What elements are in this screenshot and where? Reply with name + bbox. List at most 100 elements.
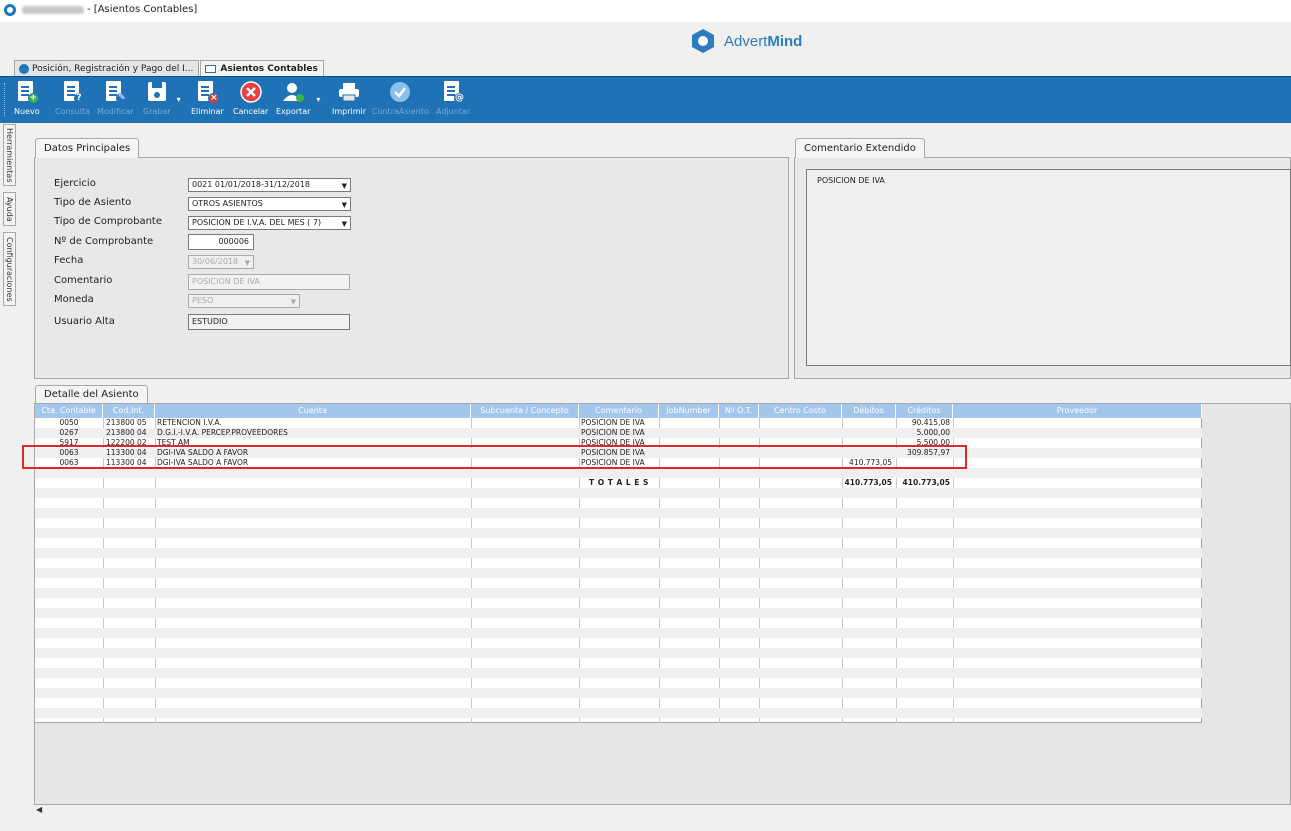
table-row[interactable] (35, 468, 1202, 478)
column-header[interactable]: Nº O.T. (719, 404, 759, 418)
column-header[interactable]: Cod.Int. (103, 404, 155, 418)
table-row[interactable]: 0063 113300 04 DGI-IVA SALDO A FAVOR POSICI… (35, 458, 1202, 468)
comentario-extendido-textarea[interactable]: POSICION DE IVA (806, 169, 1291, 366)
table-row[interactable] (35, 628, 1202, 638)
table-cell[interactable]: 309.857,97 (896, 448, 953, 458)
table-cell[interactable]: 0267 (35, 428, 103, 438)
modificar-button[interactable]: ✎ Modificar (97, 81, 134, 121)
table-cell[interactable]: 0063 (35, 458, 103, 468)
column-header[interactable]: JobNumber (659, 404, 719, 418)
column-header[interactable]: Créditos (896, 404, 953, 418)
tipo-asiento-select[interactable]: OTROS ASIENTOS ▼ (188, 197, 351, 211)
table-cell[interactable]: POSICION DE IVA (579, 448, 659, 458)
table-row[interactable] (35, 608, 1202, 618)
column-header[interactable]: Centro Costo (759, 404, 842, 418)
table-row[interactable] (35, 698, 1202, 708)
table-row[interactable] (35, 668, 1202, 678)
tab-comentario-extendido[interactable]: Comentario Extendido (795, 138, 925, 158)
table-cell[interactable]: 122200 02 (103, 438, 155, 448)
exportar-dropdown-icon[interactable]: ▾ (316, 95, 320, 104)
eliminar-button[interactable]: × Eliminar (191, 81, 224, 121)
side-tab-configuraciones[interactable]: Configuraciones (3, 232, 16, 306)
table-cell[interactable]: DGI-IVA SALDO A FAVOR (155, 458, 471, 468)
table-row[interactable] (35, 558, 1202, 568)
table-cell[interactable]: 0050 (35, 418, 103, 428)
table-row[interactable]: 0050 213800 05 RETENCION I.V.A. POSICION DE… (35, 418, 1202, 428)
tab-detalle-asiento[interactable]: Detalle del Asiento (35, 385, 148, 403)
cancelar-button[interactable]: Cancelar (233, 81, 268, 121)
table-row[interactable] (35, 528, 1202, 538)
column-header[interactable]: Subcuenta / Concepto (471, 404, 579, 418)
table-cell[interactable] (842, 448, 896, 458)
table-row[interactable]: 5917 122200 02 TEST AM POSICION DE IVA 5.500… (35, 438, 1202, 448)
moneda-select[interactable]: PESO ▼ (188, 294, 300, 308)
table-cell[interactable]: POSICION DE IVA (579, 438, 659, 448)
table-row[interactable] (35, 638, 1202, 648)
column-header[interactable]: Cuenta (155, 404, 471, 418)
table-row[interactable] (35, 538, 1202, 548)
table-row[interactable] (35, 508, 1202, 518)
total-debitos[interactable]: 410.773,05 (842, 478, 896, 488)
table-row[interactable] (35, 648, 1202, 658)
table-cell[interactable]: TEST AM (155, 438, 471, 448)
horizontal-scrollbar[interactable]: ◀ (34, 804, 1291, 816)
toolbar-grip[interactable] (4, 83, 7, 117)
table-row[interactable]: 0267 213800 04 D.G.I.-I.V.A. PERCEP.PROVEE… (35, 428, 1202, 438)
tab-datos-principales[interactable]: Datos Principales (35, 138, 140, 158)
table-row[interactable] (35, 488, 1202, 498)
table-row[interactable] (35, 568, 1202, 578)
imprimir-button[interactable]: Imprimir (332, 81, 366, 121)
scroll-left-icon[interactable]: ◀ (36, 805, 42, 814)
table-row[interactable] (35, 578, 1202, 588)
table-row[interactable]: 0063 113300 04 DGI-IVA SALDO A FAVOR POSICI… (35, 448, 1202, 458)
table-cell[interactable]: 5.000,00 (896, 428, 953, 438)
table-cell[interactable]: D.G.I.-I.V.A. PERCEP.PROVEEDORES (155, 428, 471, 438)
column-header[interactable]: Cta. Contable (35, 404, 103, 418)
tab-posicion-iva[interactable]: Posición, Registración y Pago del I... (14, 60, 200, 76)
column-header[interactable]: Débitos (842, 404, 896, 418)
nuevo-button[interactable]: + Nuevo (14, 81, 40, 121)
side-tab-ayuda[interactable]: Ayuda (3, 192, 16, 226)
table-cell[interactable]: 213800 05 (103, 418, 155, 428)
table-row[interactable]: T O T A L E S 410.773,05 410.773,05 (35, 478, 1202, 488)
table-cell[interactable]: 113300 04 (103, 448, 155, 458)
consulta-button[interactable]: ? Consulta (55, 81, 90, 121)
table-cell[interactable] (842, 418, 896, 428)
detalle-grid[interactable]: Cta. Contable Cod.Int. Cuenta Subcuenta / C… (35, 404, 1202, 723)
tab-asientos-contables[interactable]: Asientos Contables (200, 60, 324, 76)
table-cell[interactable]: POSICION DE IVA (579, 428, 659, 438)
table-cell[interactable]: 113300 04 (103, 458, 155, 468)
table-cell[interactable]: 410.773,05 (842, 458, 896, 468)
ejercicio-select[interactable]: 0021 01/01/2018-31/12/2018 ▼ (188, 178, 351, 192)
table-row[interactable] (35, 518, 1202, 528)
side-tab-herramientas[interactable]: Herramientas (3, 124, 16, 186)
fecha-picker[interactable]: 30/06/2018 ▼ (188, 255, 254, 269)
table-row[interactable] (35, 658, 1202, 668)
table-cell[interactable]: 90.415,08 (896, 418, 953, 428)
column-header[interactable]: Proveedor (953, 404, 1202, 418)
table-row[interactable] (35, 678, 1202, 688)
table-cell[interactable]: RETENCION I.V.A. (155, 418, 471, 428)
grabar-dropdown-icon[interactable]: ▾ (177, 95, 181, 104)
comentario-field[interactable]: POSICION DE IVA (188, 274, 350, 290)
table-row[interactable] (35, 708, 1202, 718)
table-row[interactable] (35, 618, 1202, 628)
table-cell[interactable]: POSICION DE IVA (579, 418, 659, 428)
table-row[interactable] (35, 598, 1202, 608)
exportar-button[interactable]: Exportar ▾ (276, 81, 320, 121)
table-cell[interactable]: 5.500,00 (896, 438, 953, 448)
table-cell[interactable] (842, 428, 896, 438)
adjuntar-button[interactable]: @ Adjuntar (436, 81, 470, 121)
table-cell[interactable]: DGI-IVA SALDO A FAVOR (155, 448, 471, 458)
column-header[interactable]: Comentario (579, 404, 659, 418)
table-cell[interactable] (896, 458, 953, 468)
contraasiento-button[interactable]: ContraAsiento (372, 81, 429, 121)
nro-comprobante-field[interactable]: 000006 (188, 234, 254, 250)
table-cell[interactable]: 213800 04 (103, 428, 155, 438)
table-cell[interactable]: POSICION DE IVA (579, 458, 659, 468)
table-cell[interactable]: 5917 (35, 438, 103, 448)
table-cell[interactable] (842, 438, 896, 448)
table-row[interactable] (35, 688, 1202, 698)
table-cell[interactable]: 0063 (35, 448, 103, 458)
grabar-button[interactable]: Grabar ▾ (143, 81, 181, 121)
